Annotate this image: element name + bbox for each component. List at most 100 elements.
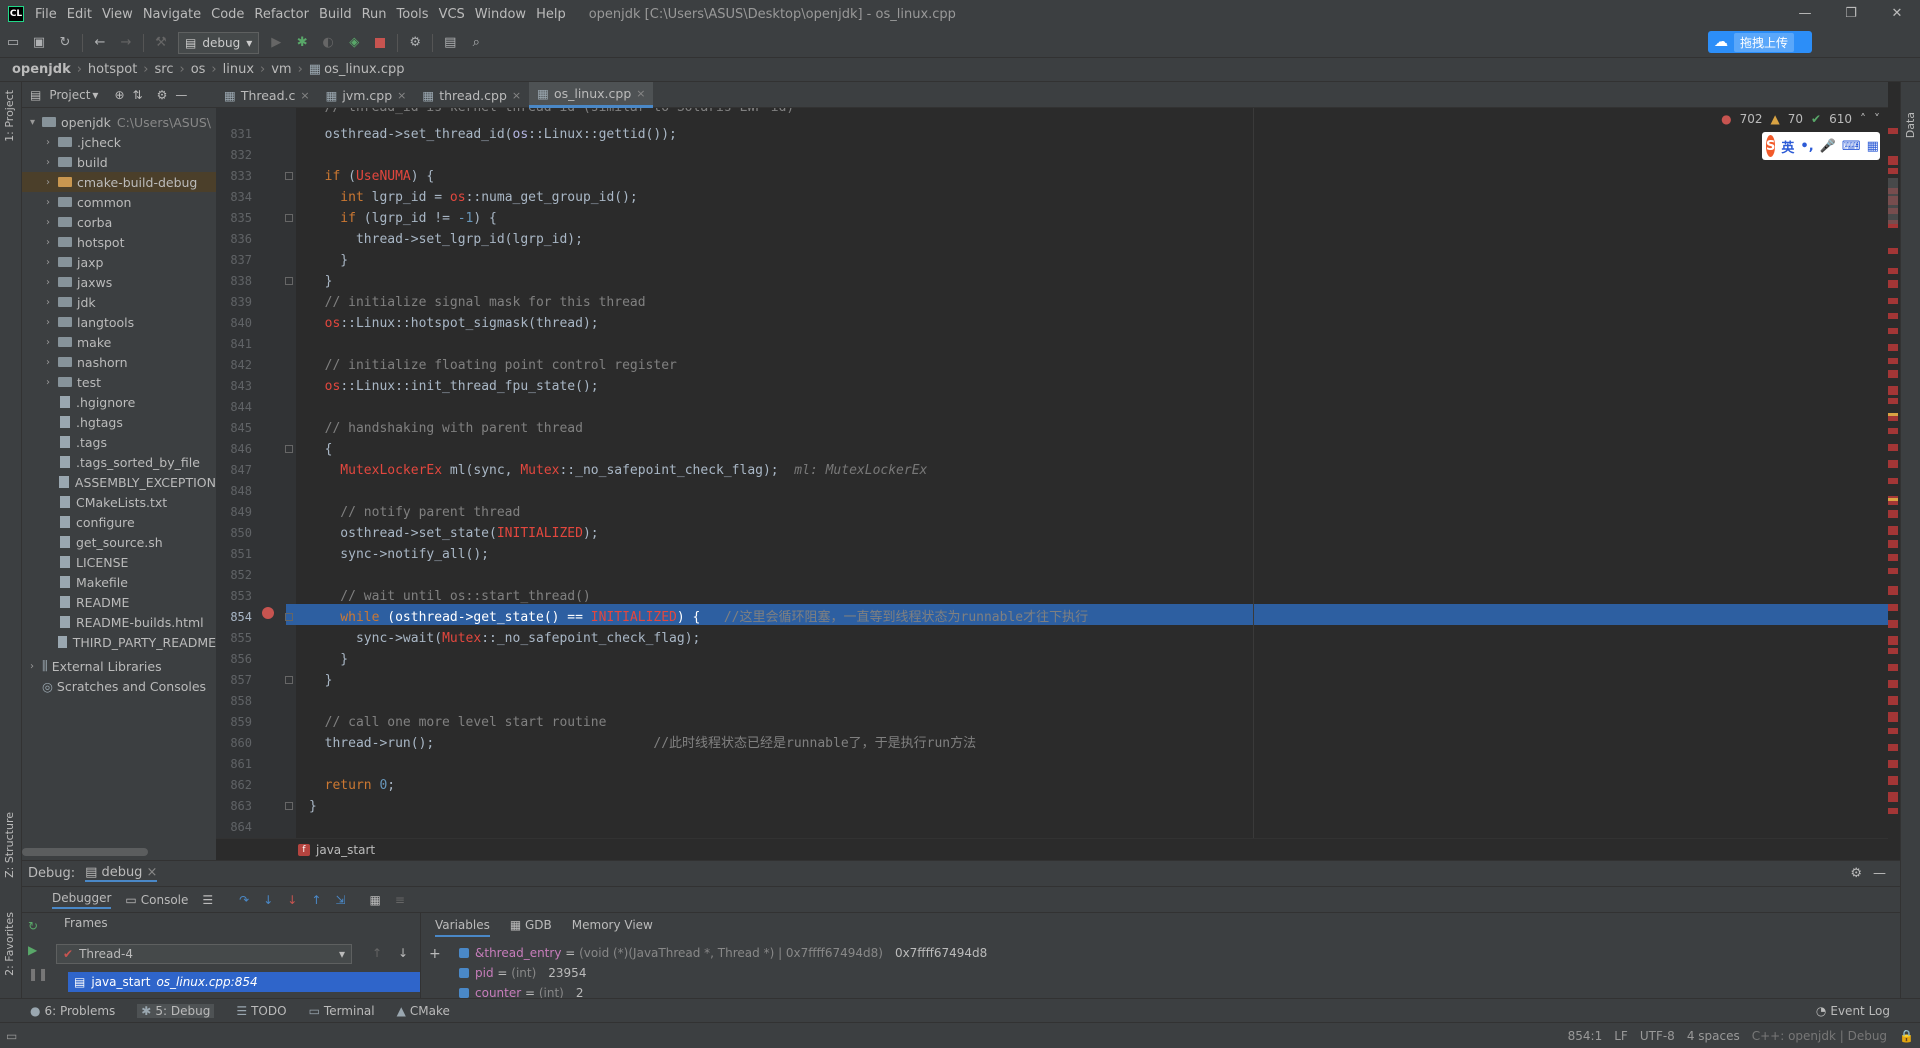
maximize-button[interactable]: ❐ [1828, 0, 1874, 28]
tree-folder[interactable]: › .jcheck [22, 132, 216, 152]
tree-folder[interactable]: › cmake-build-debug [22, 172, 216, 192]
breadcrumb-item[interactable]: linux [223, 62, 254, 77]
function-name[interactable]: java_start [316, 843, 375, 857]
tab-console[interactable]: ▭ Console [125, 893, 188, 907]
settings-wrench-icon[interactable]: ⚙ [404, 32, 426, 54]
menu-vcs[interactable]: VCS [434, 7, 470, 22]
build-hammer-icon[interactable]: ⚒ [150, 32, 172, 54]
tree-file[interactable]: README [22, 592, 216, 612]
tree-file[interactable]: configure [22, 512, 216, 532]
tree-file[interactable]: ASSEMBLY_EXCEPTION [22, 472, 216, 492]
back-icon[interactable]: ← [89, 32, 111, 54]
menu-help[interactable]: Help [531, 7, 571, 22]
close-icon[interactable]: × [300, 89, 309, 102]
close-icon[interactable]: × [146, 865, 157, 880]
upload-button[interactable]: ☁ 拖拽上传 [1708, 31, 1812, 53]
project-view-select[interactable]: Project [49, 88, 90, 102]
tree-folder[interactable]: › test [22, 372, 216, 392]
fold-marker-icon[interactable] [285, 172, 293, 180]
tree-scratches[interactable]: ◎ Scratches and Consoles [22, 676, 216, 696]
fold-marker-icon[interactable] [285, 445, 293, 453]
thread-select[interactable]: ✔ Thread-4 ▾ [56, 944, 352, 964]
punctuation-icon[interactable]: •, [1800, 139, 1813, 154]
fold-marker-icon[interactable] [285, 613, 293, 621]
variable-row[interactable]: pid = (int) 23954 [459, 966, 586, 980]
frame-up-icon[interactable]: ↑ [372, 946, 382, 960]
close-icon[interactable]: × [512, 89, 521, 102]
indent-setting[interactable]: 4 spaces [1687, 1029, 1740, 1043]
open-folder-icon[interactable]: ▭ [2, 32, 24, 54]
force-step-into-icon[interactable]: ↓ [287, 893, 297, 907]
close-icon[interactable]: × [397, 89, 406, 102]
debug-session-tab[interactable]: ▤ debug × [85, 865, 158, 882]
tree-file[interactable]: LICENSE [22, 552, 216, 572]
tree-file[interactable]: Makefile [22, 572, 216, 592]
ime-toolbar[interactable]: S 英 •, 🎤 ⌨ ▦ [1762, 132, 1880, 160]
close-icon[interactable]: × [636, 87, 645, 100]
resolve-context[interactable]: C++: openjdk | Debug [1752, 1029, 1887, 1043]
hide-icon[interactable]: — [1873, 866, 1886, 881]
add-watch-icon[interactable]: + [429, 946, 441, 962]
step-into-icon[interactable]: ↓ [263, 893, 273, 907]
tree-root[interactable]: ▾ openjdk C:\Users\ASUS\ [22, 112, 216, 132]
trace-icon[interactable]: ≡ [395, 893, 405, 907]
tree-folder[interactable]: › hotspot [22, 232, 216, 252]
menu-edit[interactable]: Edit [62, 7, 97, 22]
tree-folder[interactable]: › nashorn [22, 352, 216, 372]
fold-marker-icon[interactable] [285, 277, 293, 285]
tree-file[interactable]: get_source.sh [22, 532, 216, 552]
variable-row[interactable]: &thread_entry = (void (*)(JavaThread *, … [459, 946, 987, 960]
tree-folder[interactable]: › jdk [22, 292, 216, 312]
tree-file[interactable]: THIRD_PARTY_README [22, 632, 216, 652]
error-stripe[interactable] [1886, 108, 1900, 838]
line-separator[interactable]: LF [1614, 1029, 1628, 1043]
project-structure-icon[interactable]: ▤ [439, 32, 461, 54]
tab-database-side[interactable]: Data [1904, 112, 1917, 138]
tab-project-side[interactable]: 1: Project [3, 90, 16, 142]
tree-external-libraries[interactable]: › ⫼ External Libraries [22, 656, 216, 676]
inspection-widget[interactable]: ● 702 ▲ 70 ✔ 610 ˄ ˅ [1721, 112, 1880, 126]
menu-window[interactable]: Window [470, 7, 531, 22]
tab-thread-c[interactable]: ▦ Thread.c × [216, 82, 318, 108]
run-icon[interactable]: ▶ [265, 32, 287, 54]
chevron-up-icon[interactable]: ˄ [1860, 112, 1866, 126]
fold-marker-icon[interactable] [285, 802, 293, 810]
tab-bottom-cmake[interactable]: ▲ CMake [397, 1004, 450, 1018]
tree-folder[interactable]: › build [22, 152, 216, 172]
debug-bug-icon[interactable]: ✱ [291, 32, 313, 54]
minimize-button[interactable]: — [1782, 0, 1828, 28]
menu-build[interactable]: Build [314, 7, 357, 22]
tree-file[interactable]: .tags [22, 432, 216, 452]
tree-folder[interactable]: › jaxws [22, 272, 216, 292]
caret-position[interactable]: 854:1 [1568, 1029, 1603, 1043]
menu-refactor[interactable]: Refactor [249, 7, 314, 22]
menu-navigate[interactable]: Navigate [138, 7, 206, 22]
fold-marker-icon[interactable] [285, 214, 293, 222]
locate-icon[interactable]: ⊕ [114, 88, 124, 102]
tab-bottom-problems[interactable]: ● 6: Problems [30, 1004, 115, 1018]
tab-bottom-todo[interactable]: ☰ TODO [236, 1004, 286, 1018]
tab-bottom-terminal[interactable]: ▭ Terminal [309, 1004, 375, 1018]
tab-bottom-debug[interactable]: ✱ 5: Debug [137, 1003, 215, 1018]
menu-icon[interactable]: ☰ [202, 893, 213, 907]
breadcrumb-item[interactable]: os [191, 62, 206, 77]
menu-code[interactable]: Code [206, 7, 249, 22]
tab-gdb[interactable]: ▦ GDB [510, 918, 552, 937]
forward-icon[interactable]: → [115, 32, 137, 54]
run-to-cursor-icon[interactable]: ⇲ [335, 893, 345, 907]
step-out-icon[interactable]: ↑ [311, 893, 321, 907]
menu-view[interactable]: View [97, 7, 138, 22]
step-over-icon[interactable]: ↷ [239, 893, 249, 907]
breadcrumb-item[interactable]: openjdk [12, 62, 71, 77]
breadcrumb-item[interactable]: hotspot [88, 62, 137, 77]
search-icon[interactable]: ⌕ [465, 32, 487, 54]
tree-folder[interactable]: › langtools [22, 312, 216, 332]
tab-os_linux-cpp[interactable]: ▦ os_linux.cpp × [529, 82, 654, 108]
tree-file[interactable]: CMakeLists.txt [22, 492, 216, 512]
breadcrumb-item[interactable]: vm [271, 62, 291, 77]
tab-memory-view[interactable]: Memory View [572, 918, 653, 937]
fold-marker-icon[interactable] [285, 676, 293, 684]
tab-debugger[interactable]: Debugger [52, 891, 112, 909]
file-encoding[interactable]: UTF-8 [1640, 1029, 1675, 1043]
frame-down-icon[interactable]: ↓ [398, 946, 408, 960]
